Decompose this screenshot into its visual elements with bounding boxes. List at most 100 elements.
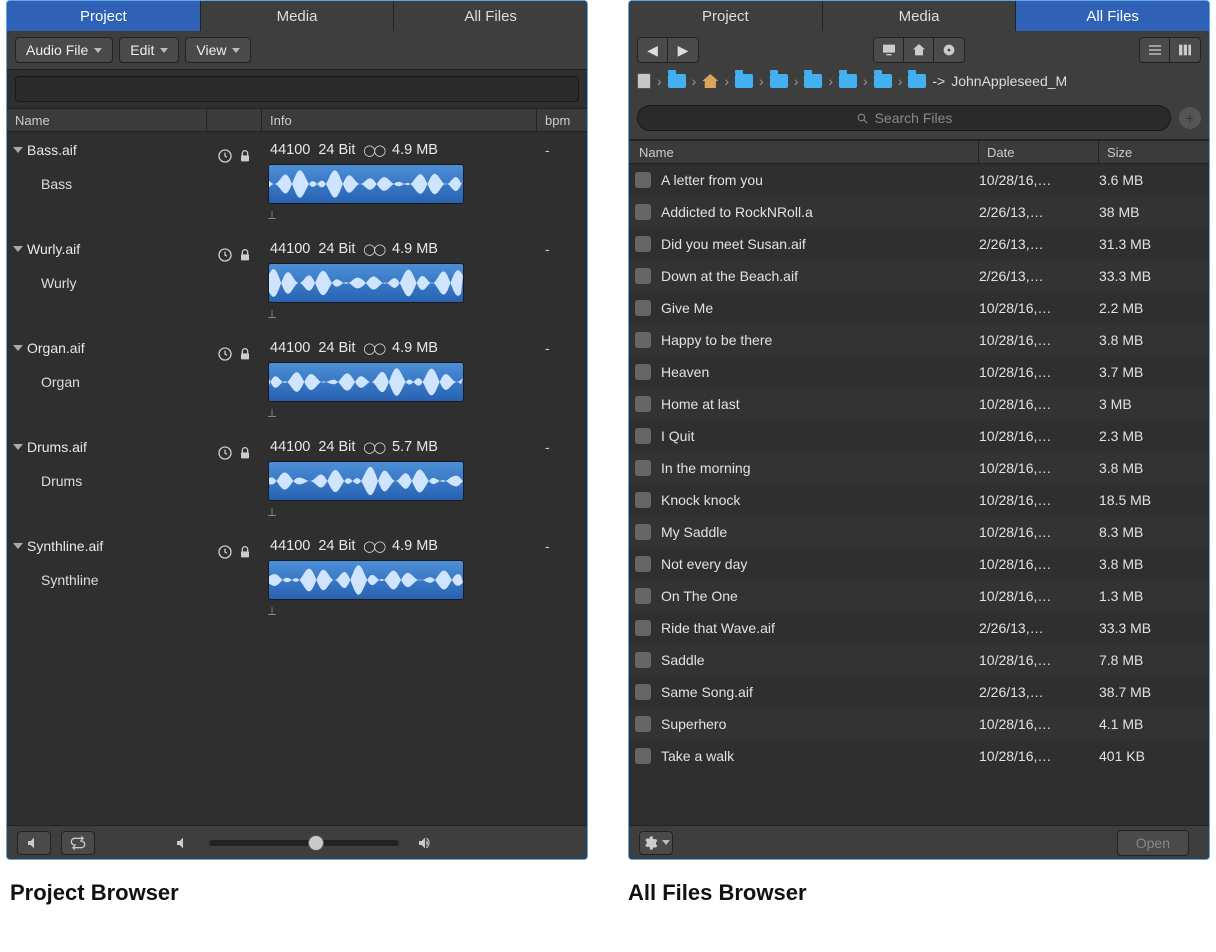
column-view-button[interactable] xyxy=(1170,38,1200,62)
bpm-value: - xyxy=(537,330,587,366)
list-view-button[interactable] xyxy=(1140,38,1170,62)
follow-tempo-icon[interactable] xyxy=(217,544,233,560)
volume-slider[interactable] xyxy=(209,840,399,846)
nav-forward-button[interactable]: ▶ xyxy=(668,38,698,62)
open-button[interactable]: Open xyxy=(1117,830,1189,856)
view-menu[interactable]: View xyxy=(185,37,251,63)
file-row[interactable]: Take a walk 10/28/16,… 401 KB xyxy=(629,740,1209,772)
file-row[interactable]: Knock knock 10/28/16,… 18.5 MB xyxy=(629,484,1209,516)
waveform-overview[interactable] xyxy=(268,560,464,600)
disclosure-triangle-icon[interactable] xyxy=(13,444,23,450)
file-row[interactable]: Heaven 10/28/16,… 3.7 MB xyxy=(629,356,1209,388)
file-name[interactable]: Organ.aif xyxy=(7,330,207,360)
file-size: 8.3 MB xyxy=(1099,524,1209,540)
file-date: 10/28/16,… xyxy=(979,460,1099,476)
edit-menu[interactable]: Edit xyxy=(119,37,179,63)
follow-tempo-icon[interactable] xyxy=(217,445,233,461)
disclosure-triangle-icon[interactable] xyxy=(13,246,23,252)
waveform-overview[interactable] xyxy=(268,263,464,303)
tab-media[interactable]: Media xyxy=(201,1,395,31)
disclosure-triangle-icon[interactable] xyxy=(13,147,23,153)
caption-project-browser: Project Browser xyxy=(10,880,588,906)
region-name[interactable]: Drums xyxy=(7,459,207,495)
project-file-row[interactable]: Drums.aif Drums 4410024 Bit ◯◯ 5.7 MB ⟂ … xyxy=(7,429,587,528)
file-name[interactable]: Bass.aif xyxy=(7,132,207,162)
file-icon xyxy=(635,524,651,540)
disclosure-triangle-icon[interactable] xyxy=(13,345,23,351)
file-row[interactable]: Superhero 10/28/16,… 4.1 MB xyxy=(629,708,1209,740)
breadcrumb-path[interactable]: › › › › › › › › -> JohnAppleseed_M xyxy=(629,69,1209,97)
waveform-overview[interactable] xyxy=(268,164,464,204)
lock-icon[interactable] xyxy=(237,148,253,164)
disclosure-triangle-icon[interactable] xyxy=(13,543,23,549)
file-name[interactable]: Synthline.aif xyxy=(7,528,207,558)
region-name[interactable]: Wurly xyxy=(7,261,207,297)
computer-button[interactable] xyxy=(874,38,904,62)
file-row[interactable]: Home at last 10/28/16,… 3 MB xyxy=(629,388,1209,420)
col-name[interactable]: Name xyxy=(7,109,207,131)
file-date: 10/28/16,… xyxy=(979,748,1099,764)
region-name[interactable]: Organ xyxy=(7,360,207,396)
file-row[interactable]: In the morning 10/28/16,… 3.8 MB xyxy=(629,452,1209,484)
view-menu-label: View xyxy=(196,42,226,58)
follow-tempo-icon[interactable] xyxy=(217,148,233,164)
project-file-row[interactable]: Bass.aif Bass 4410024 Bit ◯◯ 4.9 MB ⟂ - xyxy=(7,132,587,231)
tab-project[interactable]: Project xyxy=(7,1,201,31)
file-row[interactable]: Addicted to RockNRoll.a 2/26/13,… 38 MB xyxy=(629,196,1209,228)
home-button[interactable] xyxy=(904,38,934,62)
project-file-row[interactable]: Organ.aif Organ 4410024 Bit ◯◯ 4.9 MB ⟂ … xyxy=(7,330,587,429)
col-info[interactable]: Info xyxy=(262,109,537,131)
lock-icon[interactable] xyxy=(237,346,253,362)
col-bpm[interactable]: bpm xyxy=(537,109,587,131)
project-file-row[interactable]: Wurly.aif Wurly 4410024 Bit ◯◯ 4.9 MB ⟂ … xyxy=(7,231,587,330)
volume-knob[interactable] xyxy=(308,835,324,851)
file-row[interactable]: On The One 10/28/16,… 1.3 MB xyxy=(629,580,1209,612)
file-row[interactable]: I Quit 10/28/16,… 2.3 MB xyxy=(629,420,1209,452)
file-row[interactable]: Not every day 10/28/16,… 3.8 MB xyxy=(629,548,1209,580)
lock-icon[interactable] xyxy=(237,445,253,461)
region-name[interactable]: Synthline xyxy=(7,558,207,594)
audiofile-menu[interactable]: Audio File xyxy=(15,37,113,63)
tab-project[interactable]: Project xyxy=(629,1,823,31)
file-name: Down at the Beach.aif xyxy=(661,268,979,284)
folder-icon xyxy=(908,74,926,88)
project-search-field[interactable] xyxy=(15,76,579,102)
file-row[interactable]: Down at the Beach.aif 2/26/13,… 33.3 MB xyxy=(629,260,1209,292)
tab-allfiles[interactable]: All Files xyxy=(394,1,587,31)
follow-tempo-icon[interactable] xyxy=(217,346,233,362)
region-name[interactable]: Bass xyxy=(7,162,207,198)
file-row[interactable]: Ride that Wave.aif 2/26/13,… 33.3 MB xyxy=(629,612,1209,644)
tab-media[interactable]: Media xyxy=(823,1,1017,31)
col-size[interactable]: Size xyxy=(1099,141,1209,163)
file-row[interactable]: Same Song.aif 2/26/13,… 38.7 MB xyxy=(629,676,1209,708)
file-row[interactable]: A letter from you 10/28/16,… 3.6 MB xyxy=(629,164,1209,196)
file-row[interactable]: Did you meet Susan.aif 2/26/13,… 31.3 MB xyxy=(629,228,1209,260)
follow-tempo-icon[interactable] xyxy=(217,247,233,263)
lock-icon[interactable] xyxy=(237,544,253,560)
project-file-row[interactable]: Synthline.aif Synthline 4410024 Bit ◯◯ 4… xyxy=(7,528,587,627)
file-row[interactable]: My Saddle 10/28/16,… 8.3 MB xyxy=(629,516,1209,548)
project-file-list[interactable]: Bass.aif Bass 4410024 Bit ◯◯ 4.9 MB ⟂ - … xyxy=(7,132,587,825)
file-row[interactable]: Saddle 10/28/16,… 7.8 MB xyxy=(629,644,1209,676)
loop-button[interactable] xyxy=(61,831,95,855)
add-search-criteria-button[interactable]: + xyxy=(1179,107,1201,129)
waveform-overview[interactable] xyxy=(268,362,464,402)
lock-icon[interactable] xyxy=(237,247,253,263)
allfiles-file-list[interactable]: A letter from you 10/28/16,… 3.6 MB Addi… xyxy=(629,164,1209,825)
col-name[interactable]: Name xyxy=(629,141,979,163)
file-row[interactable]: Give Me 10/28/16,… 2.2 MB xyxy=(629,292,1209,324)
action-menu-button[interactable] xyxy=(639,831,673,855)
col-icons[interactable] xyxy=(207,109,262,131)
tab-allfiles[interactable]: All Files xyxy=(1016,1,1209,31)
preview-speaker-button[interactable] xyxy=(17,831,51,855)
nav-back-button[interactable]: ◀ xyxy=(638,38,668,62)
col-date[interactable]: Date xyxy=(979,141,1099,163)
file-name[interactable]: Wurly.aif xyxy=(7,231,207,261)
file-row[interactable]: Happy to be there 10/28/16,… 3.8 MB xyxy=(629,324,1209,356)
project-folder-button[interactable] xyxy=(934,38,964,62)
bpm-value: - xyxy=(537,231,587,267)
file-name[interactable]: Drums.aif xyxy=(7,429,207,459)
search-files-field[interactable]: Search Files xyxy=(637,105,1171,131)
waveform-overview[interactable] xyxy=(268,461,464,501)
file-icon xyxy=(635,716,651,732)
